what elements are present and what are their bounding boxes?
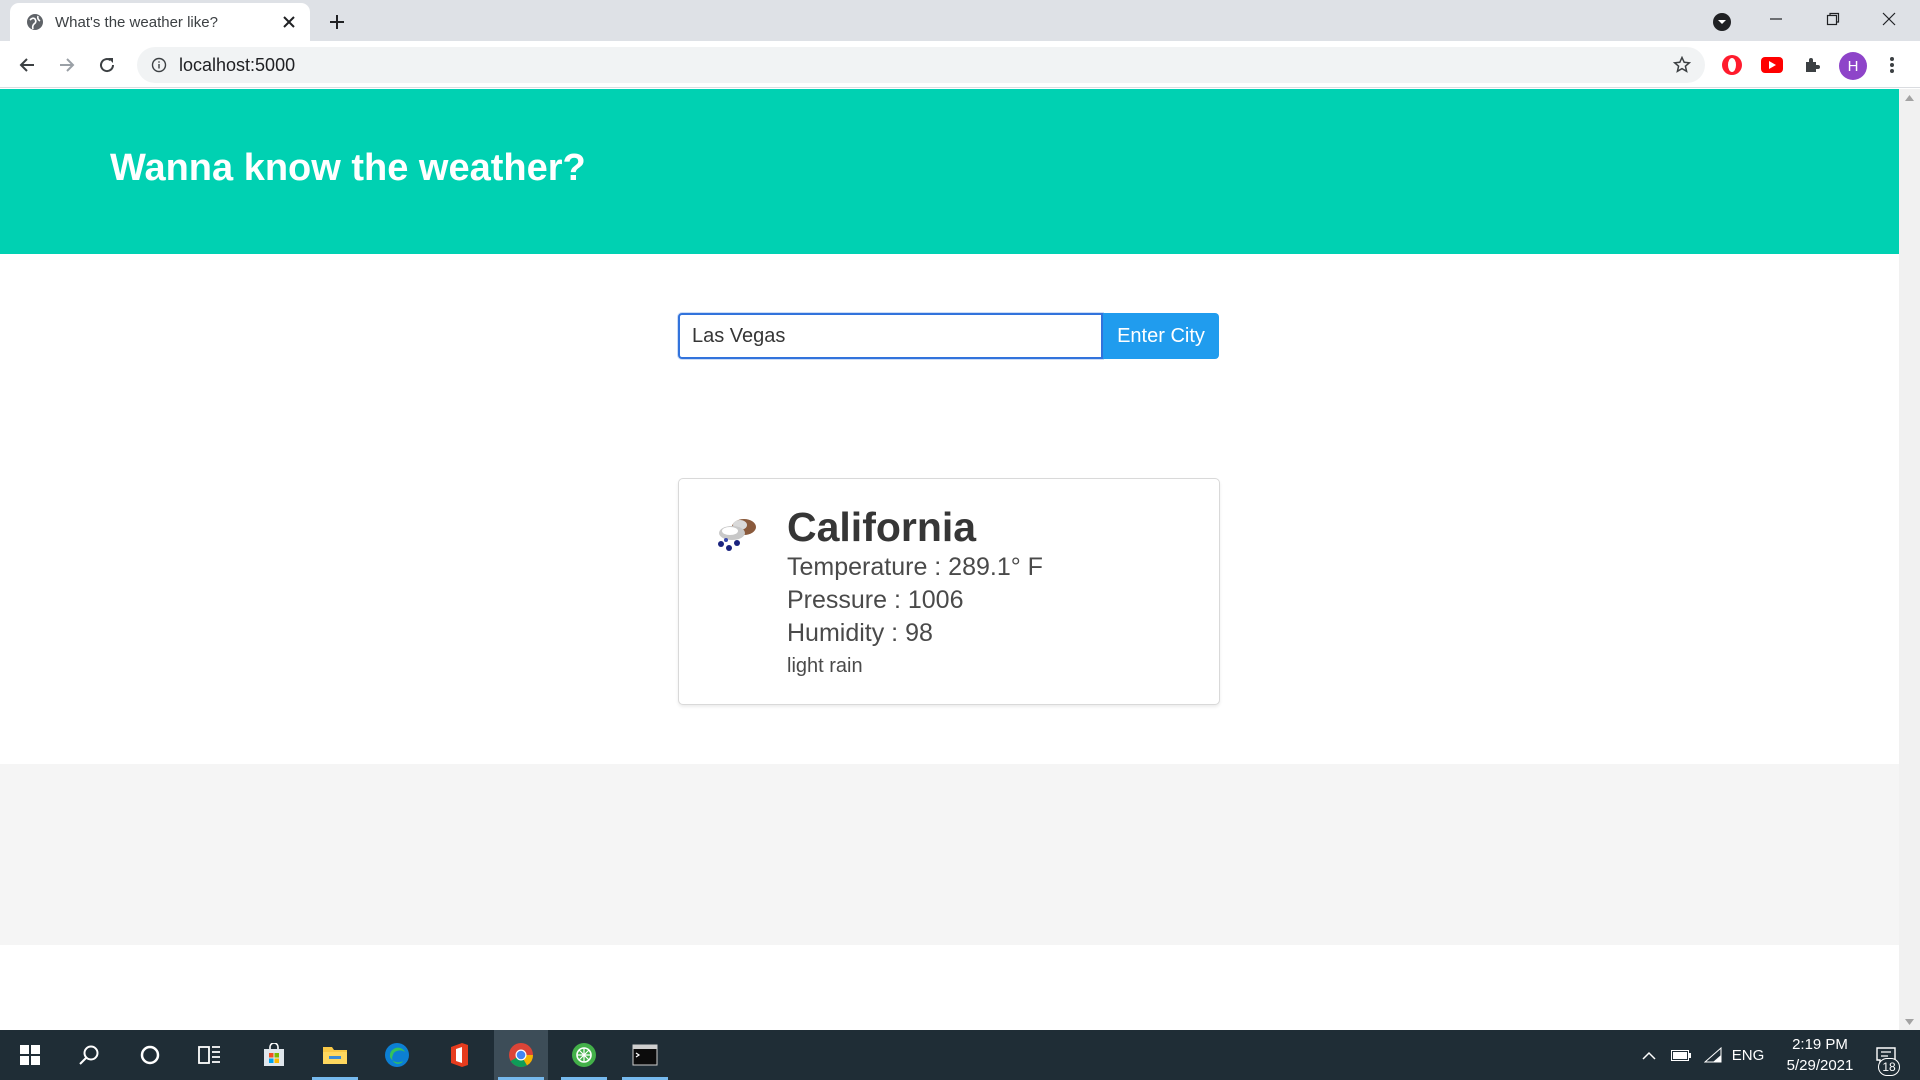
network-button[interactable]: [1700, 1030, 1726, 1080]
humidity-text: Humidity : 98: [787, 619, 933, 647]
windows-logo-icon: [20, 1045, 40, 1065]
tab-search-button[interactable]: [1708, 8, 1736, 36]
pressure-text: Pressure : 1006: [787, 586, 964, 614]
rain-cloud-icon: [712, 514, 762, 554]
search-button[interactable]: [62, 1030, 116, 1080]
folder-icon: [323, 1047, 347, 1064]
minimize-button[interactable]: [1753, 0, 1799, 38]
plus-icon: [330, 15, 344, 29]
extensions-icon[interactable]: [1798, 51, 1826, 79]
task-view-button[interactable]: [183, 1030, 237, 1080]
page-footer: [0, 764, 1899, 945]
youtube-extension-icon[interactable]: [1758, 51, 1786, 79]
notification-count-badge: 18: [1878, 1058, 1900, 1076]
city-search-form: Enter City: [678, 313, 1219, 359]
file-explorer-button[interactable]: [308, 1030, 362, 1080]
reload-icon: [100, 58, 115, 73]
tab-strip: What's the weather like?: [0, 0, 1920, 41]
clock-time: 2:19 PM: [1792, 1036, 1848, 1053]
weather-description: light rain: [787, 655, 863, 677]
anaconda-button[interactable]: [557, 1030, 611, 1080]
chrome-button[interactable]: [494, 1030, 548, 1080]
menu-icon[interactable]: [1878, 51, 1906, 79]
battery-icon: [1671, 1049, 1691, 1061]
store-icon: [264, 1043, 284, 1066]
close-icon[interactable]: [278, 11, 300, 33]
scroll-down-arrow-icon[interactable]: [1899, 1013, 1920, 1030]
arrow-right-icon: [60, 58, 75, 72]
reload-button[interactable]: [91, 49, 123, 81]
close-window-button[interactable]: [1866, 0, 1912, 38]
battery-button[interactable]: [1668, 1030, 1694, 1080]
edge-icon: [385, 1043, 409, 1067]
edge-browser-button[interactable]: [370, 1030, 424, 1080]
terminal-button[interactable]: [618, 1030, 672, 1080]
cortana-circle-icon: [140, 1045, 160, 1065]
enter-city-button[interactable]: Enter City: [1103, 313, 1219, 359]
search-icon: [79, 1045, 99, 1065]
minimize-icon: [1770, 18, 1782, 20]
weather-card: California Temperature : 289.1° F Pressu…: [678, 478, 1220, 705]
new-tab-button[interactable]: [322, 8, 352, 36]
browser-toolbar: localhost:5000: [0, 41, 1920, 88]
opera-extension-icon[interactable]: [1718, 51, 1746, 79]
chrome-icon: [509, 1043, 533, 1068]
cortana-button[interactable]: [123, 1030, 177, 1080]
city-input[interactable]: [678, 313, 1103, 359]
restore-button[interactable]: [1810, 0, 1856, 38]
start-button[interactable]: [3, 1030, 57, 1080]
tab-title: What's the weather like?: [55, 13, 218, 31]
page-title: Wanna know the weather?: [110, 147, 586, 189]
close-icon: [1882, 12, 1896, 26]
windows-taskbar: ENG 2:19 PM 5/29/2021 18: [0, 1030, 1920, 1080]
vertical-scrollbar[interactable]: [1899, 89, 1920, 1030]
scroll-up-arrow-icon[interactable]: [1899, 89, 1920, 106]
globe-icon: [25, 12, 45, 32]
chevron-up-icon: [1642, 1051, 1656, 1060]
show-hidden-icons-button[interactable]: [1638, 1030, 1660, 1080]
terminal-icon: [632, 1044, 658, 1066]
profile-avatar[interactable]: H: [1839, 52, 1867, 80]
arrow-left-icon: [19, 58, 34, 72]
forward-button[interactable]: [51, 49, 83, 81]
star-icon[interactable]: [1671, 54, 1693, 76]
office-icon: [451, 1043, 468, 1067]
chevron-down-icon: [1713, 13, 1731, 31]
anaconda-icon: [572, 1043, 596, 1067]
clock-date: 5/29/2021: [1786, 1057, 1854, 1074]
temperature-text: Temperature : 289.1° F: [787, 553, 1043, 581]
microsoft-store-button[interactable]: [247, 1030, 301, 1080]
restore-icon: [1826, 12, 1840, 26]
task-view-icon: [198, 1046, 220, 1064]
back-button[interactable]: [11, 49, 43, 81]
url-text: localhost:5000: [179, 54, 296, 75]
weather-details: California Temperature : 289.1° F Pressu…: [787, 503, 1043, 682]
info-icon[interactable]: [149, 55, 169, 75]
wifi-icon: [1704, 1047, 1722, 1063]
hero-banner: Wanna know the weather?: [0, 89, 1899, 254]
address-bar[interactable]: localhost:5000: [137, 47, 1705, 83]
browser-tab[interactable]: What's the weather like?: [10, 3, 310, 41]
city-name: California: [787, 504, 977, 550]
office-button[interactable]: [432, 1030, 486, 1080]
page-viewport: Wanna know the weather? Enter City Calif…: [0, 89, 1899, 1030]
language-indicator[interactable]: ENG: [1730, 1030, 1766, 1080]
taskbar-clock[interactable]: 2:19 PM 5/29/2021: [1765, 1034, 1875, 1076]
